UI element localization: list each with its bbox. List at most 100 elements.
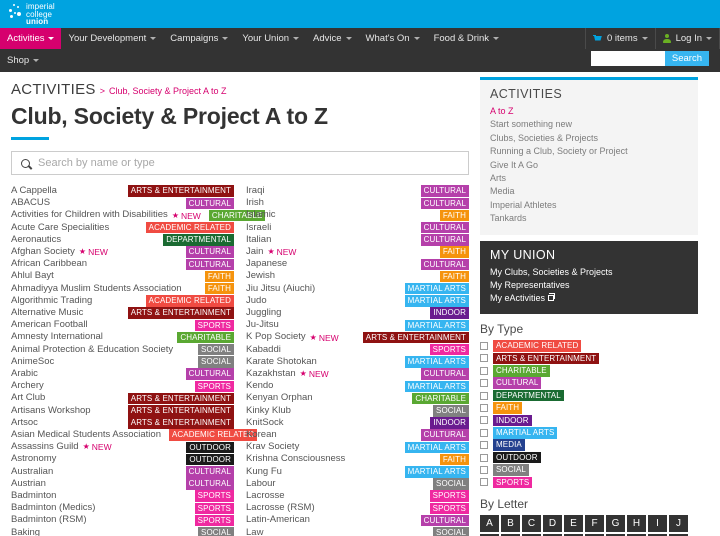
type-badge[interactable]: CULTURAL [420,258,469,271]
checkbox[interactable] [480,428,488,437]
type-badge[interactable]: ACADEMIC RELATED [145,295,234,307]
type-badge[interactable]: SPORTS [194,502,234,515]
activity-name[interactable]: Jiu Jitsu (Aiuchi) [246,283,315,295]
checkbox[interactable] [480,453,488,462]
type-badge[interactable]: SOCIAL [198,527,234,536]
type-badge[interactable]: CHARITABLE [412,392,469,405]
type-filter-badge[interactable]: CHARITABLE [493,365,550,377]
activity-name[interactable]: Kendo [246,380,273,392]
activity-name[interactable]: K Pop Society [246,331,306,343]
activity-name[interactable]: Algorithmic Trading [11,295,92,307]
activity-name[interactable]: Activities for Children with Disabilitie… [11,209,168,221]
type-badge[interactable]: MARTIAL ARTS [404,319,469,332]
activity-name[interactable]: Australian [11,466,53,478]
activity-name[interactable]: Aeronautics [11,234,61,246]
activity-name[interactable]: Art Club [11,392,45,404]
type-badge[interactable]: CULTURAL [185,368,234,380]
checkbox[interactable] [480,465,488,474]
activity-name[interactable]: Krishna Consciousness [246,453,345,465]
activity-name[interactable]: Astronomy [11,453,56,465]
letter-filter-i[interactable]: I [648,514,667,532]
checkbox[interactable] [480,366,488,375]
nav-item-activities[interactable]: Activities [0,28,62,49]
site-search-button[interactable]: Search [664,51,709,66]
letter-filter-h[interactable]: H [627,514,646,532]
site-logo[interactable]: imperial college union [8,1,55,27]
letter-filter-f[interactable]: F [585,514,604,532]
type-badge[interactable]: SPORTS [194,514,234,527]
activity-name[interactable]: Afghan Society [11,246,75,258]
type-badge[interactable]: SPORTS [429,502,469,515]
type-badge[interactable]: MARTIAL ARTS [404,441,469,454]
activity-name[interactable]: Kung Fu [246,466,282,478]
type-badge[interactable]: MARTIAL ARTS [404,356,469,368]
activity-name[interactable]: ABACUS [11,197,50,209]
type-badge[interactable]: SPORTS [429,343,469,356]
activity-name[interactable]: Judo [246,295,267,307]
type-badge[interactable]: CULTURAL [185,478,234,490]
checkbox[interactable] [480,379,488,388]
breadcrumb-root[interactable]: ACTIVITIES [11,81,96,98]
activity-name[interactable]: AnimeSoc [11,356,54,368]
activity-name[interactable]: Jewish [246,270,275,282]
type-badge[interactable]: CULTURAL [420,429,469,441]
activity-name[interactable]: Law [246,527,263,536]
activity-name[interactable]: Juggling [246,307,281,319]
activity-name[interactable]: Asian Medical Students Association [11,429,161,441]
activity-name[interactable]: Karate Shotokan [246,356,317,368]
activity-name[interactable]: Baking [11,527,40,536]
activity-name[interactable]: Kinky Klub [246,405,291,417]
activity-name[interactable]: Artsoc [11,417,38,429]
checkbox[interactable] [480,441,488,450]
sidebar-item-running-a-club-society-or-project[interactable]: Running a Club, Society or Project [490,145,688,158]
search-input[interactable] [36,156,468,170]
activity-name[interactable]: Acute Care Specialities [11,222,109,234]
activity-name[interactable]: Kabaddi [246,344,281,356]
type-filter-badge[interactable]: MEDIA [493,439,525,451]
letter-filter-b[interactable]: B [501,514,520,532]
nav-item-what-s-on[interactable]: What's On [359,28,427,49]
sidebar-item-clubs-societies-projects[interactable]: Clubs, Societies & Projects [490,132,688,145]
activity-name[interactable]: Ju-Jitsu [246,319,279,331]
activity-name[interactable]: Austrian [11,478,46,490]
activity-name[interactable]: Labour [246,478,276,490]
my-union-item-my-eactivities[interactable]: My eActivities [490,292,688,305]
site-search-input[interactable] [590,51,665,66]
type-filter-badge[interactable]: CULTURAL [493,377,542,389]
type-badge[interactable]: ARTS & ENTERTAINMENT [362,331,469,344]
type-badge[interactable]: SOCIAL [433,405,469,417]
sidebar-item-imperial-athletes[interactable]: Imperial Athletes [490,199,688,212]
activity-name[interactable]: Assassins Guild [11,441,79,453]
sidebar-item-give-it-a-go[interactable]: Give It A Go [490,159,688,172]
type-badge[interactable]: CULTURAL [420,185,469,197]
activity-name[interactable]: African Caribbean [11,258,87,270]
type-badge[interactable]: CULTURAL [420,197,469,210]
type-badge[interactable]: ARTS & ENTERTAINMENT [127,185,234,197]
activity-name[interactable]: Israeli [246,222,271,234]
type-badge[interactable]: CULTURAL [185,466,234,478]
sidebar-item-arts[interactable]: Arts [490,172,688,185]
activity-name[interactable]: American Football [11,319,88,331]
activity-name[interactable]: Iraqi [246,185,264,197]
type-badge[interactable]: CULTURAL [420,234,469,246]
activity-name[interactable]: Kazakhstan [246,368,296,380]
type-filter-badge[interactable]: ACADEMIC RELATED [493,340,582,352]
letter-filter-a[interactable]: A [480,514,499,532]
type-badge[interactable]: CHARITABLE [177,331,234,344]
letter-filter-c[interactable]: C [522,514,541,532]
activity-name[interactable]: Artisans Workshop [11,405,91,417]
type-badge[interactable]: INDOOR [430,417,469,429]
breadcrumb-leaf[interactable]: Club, Society & Project A to Z [109,86,227,96]
login-button[interactable]: Log In [656,28,720,49]
type-badge[interactable]: MARTIAL ARTS [404,466,469,478]
type-badge[interactable]: OUTDOOR [186,453,234,466]
activity-name[interactable]: Badminton (RSM) [11,514,87,526]
sidebar-item-media[interactable]: Media [490,185,688,198]
type-badge[interactable]: SPORTS [194,380,234,393]
letter-filter-e[interactable]: E [564,514,583,532]
sidebar-item-start-something-new[interactable]: Start something new [490,118,688,131]
activity-name[interactable]: Ahlul Bayt [11,270,54,282]
type-badge[interactable]: SOCIAL [198,356,234,368]
type-filter-badge[interactable]: ARTS & ENTERTAINMENT [493,352,600,365]
type-filter-badge[interactable]: OUTDOOR [493,451,541,464]
